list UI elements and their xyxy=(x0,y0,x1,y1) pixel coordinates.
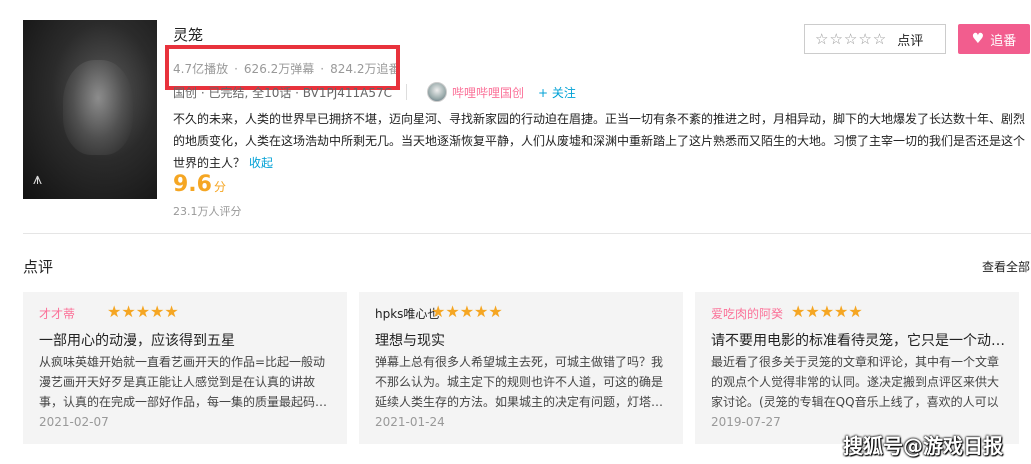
rating-stars-icon: ★★★★★ xyxy=(791,302,863,321)
meta-divider xyxy=(406,84,407,100)
anime-description: 不久的未来，人类的世界早已拥挤不堪，迈向星河、寻找新家园的行动迫在眉捷。正当一切… xyxy=(173,108,1028,174)
see-all-link[interactable]: 查看全部 xyxy=(982,258,1030,275)
section-divider xyxy=(23,233,1031,234)
review-date: 2021-01-24 xyxy=(375,415,445,429)
meta-text: 国创 · 已完结, 全10话 · BV1PJ411A57C xyxy=(173,86,393,100)
follow-anime-button[interactable]: ♥ 追番 xyxy=(958,24,1030,54)
review-user[interactable]: 才才蒂 xyxy=(39,305,75,322)
review-card[interactable]: 才才蒂 ★★★★★ 一部用心的动漫，应该得到五星 从疯味英雄开始就一直看艺画开天… xyxy=(23,292,347,444)
rate-button[interactable]: ☆☆☆☆☆ 点评 xyxy=(804,24,946,54)
review-title[interactable]: 一部用心的动漫，应该得到五星 xyxy=(39,330,334,350)
follow-uploader-link[interactable]: + 关注 xyxy=(538,84,576,101)
watermark: 搜狐号@游戏日报 xyxy=(843,434,1003,458)
anime-title: 灵笼 xyxy=(173,26,204,44)
review-date: 2021-02-07 xyxy=(39,415,109,429)
cover-art-face xyxy=(63,60,133,155)
uploader-avatar[interactable] xyxy=(427,82,447,102)
review-body: 从疯味英雄开始就一直看艺画开天的作品=比起一般动漫艺画开天好歹是真正能让人感觉到… xyxy=(39,355,328,409)
score: 9.6 分 xyxy=(173,172,226,197)
cover-logo-icon: ⩚ xyxy=(33,169,43,188)
rating-stars-icon: ★★★★★ xyxy=(107,302,179,321)
score-value: 9.6 xyxy=(173,172,212,197)
empty-stars-icon: ☆☆☆☆☆ xyxy=(815,30,888,48)
description-text: 不久的未来，人类的世界早已拥挤不堪，迈向星河、寻找新家园的行动迫在眉捷。正当一切… xyxy=(173,112,1026,170)
rating-stars-icon: ★★★★★ xyxy=(431,302,503,321)
reviews-section-title: 点评 xyxy=(23,258,54,276)
review-body: 最近看了很多关于灵笼的文章和评论，其中有一个文章的观点个人觉得非常的认同。遂决定… xyxy=(711,355,1000,409)
review-date: 2019-07-27 xyxy=(711,415,781,429)
heart-icon: ♥ xyxy=(971,31,985,47)
review-user[interactable]: 爱吃肉的阿癸 xyxy=(711,305,783,322)
rate-button-label: 点评 xyxy=(897,33,924,49)
score-unit: 分 xyxy=(213,180,226,194)
review-title[interactable]: 理想与现实 xyxy=(375,330,670,350)
anime-cover-image[interactable]: ⩚ xyxy=(23,20,157,199)
uploader-name[interactable]: 哔哩哔哩国创 xyxy=(452,84,524,101)
ratings-count: 23.1万人评分 xyxy=(173,205,242,218)
review-card[interactable]: hpks唯心也 ★★★★★ 理想与现实 弹幕上总有很多人希望城主去死，可城主做错… xyxy=(359,292,683,444)
anime-meta: 国创 · 已完结, 全10话 · BV1PJ411A57C xyxy=(173,84,395,100)
follow-button-label: 追番 xyxy=(990,33,1017,49)
collapse-link[interactable]: 收起 xyxy=(249,156,273,170)
review-user[interactable]: hpks唯心也 xyxy=(375,305,439,322)
review-card[interactable]: 爱吃肉的阿癸 ★★★★★ 请不要用电影的标准看待灵笼，它只是一个动… 最近看了很… xyxy=(695,292,1019,444)
review-title[interactable]: 请不要用电影的标准看待灵笼，它只是一个动… xyxy=(711,330,1006,350)
review-body: 弹幕上总有很多人希望城主去死，可城主做错了吗？我不那么认为。城主定下的规则也许不… xyxy=(375,355,664,409)
